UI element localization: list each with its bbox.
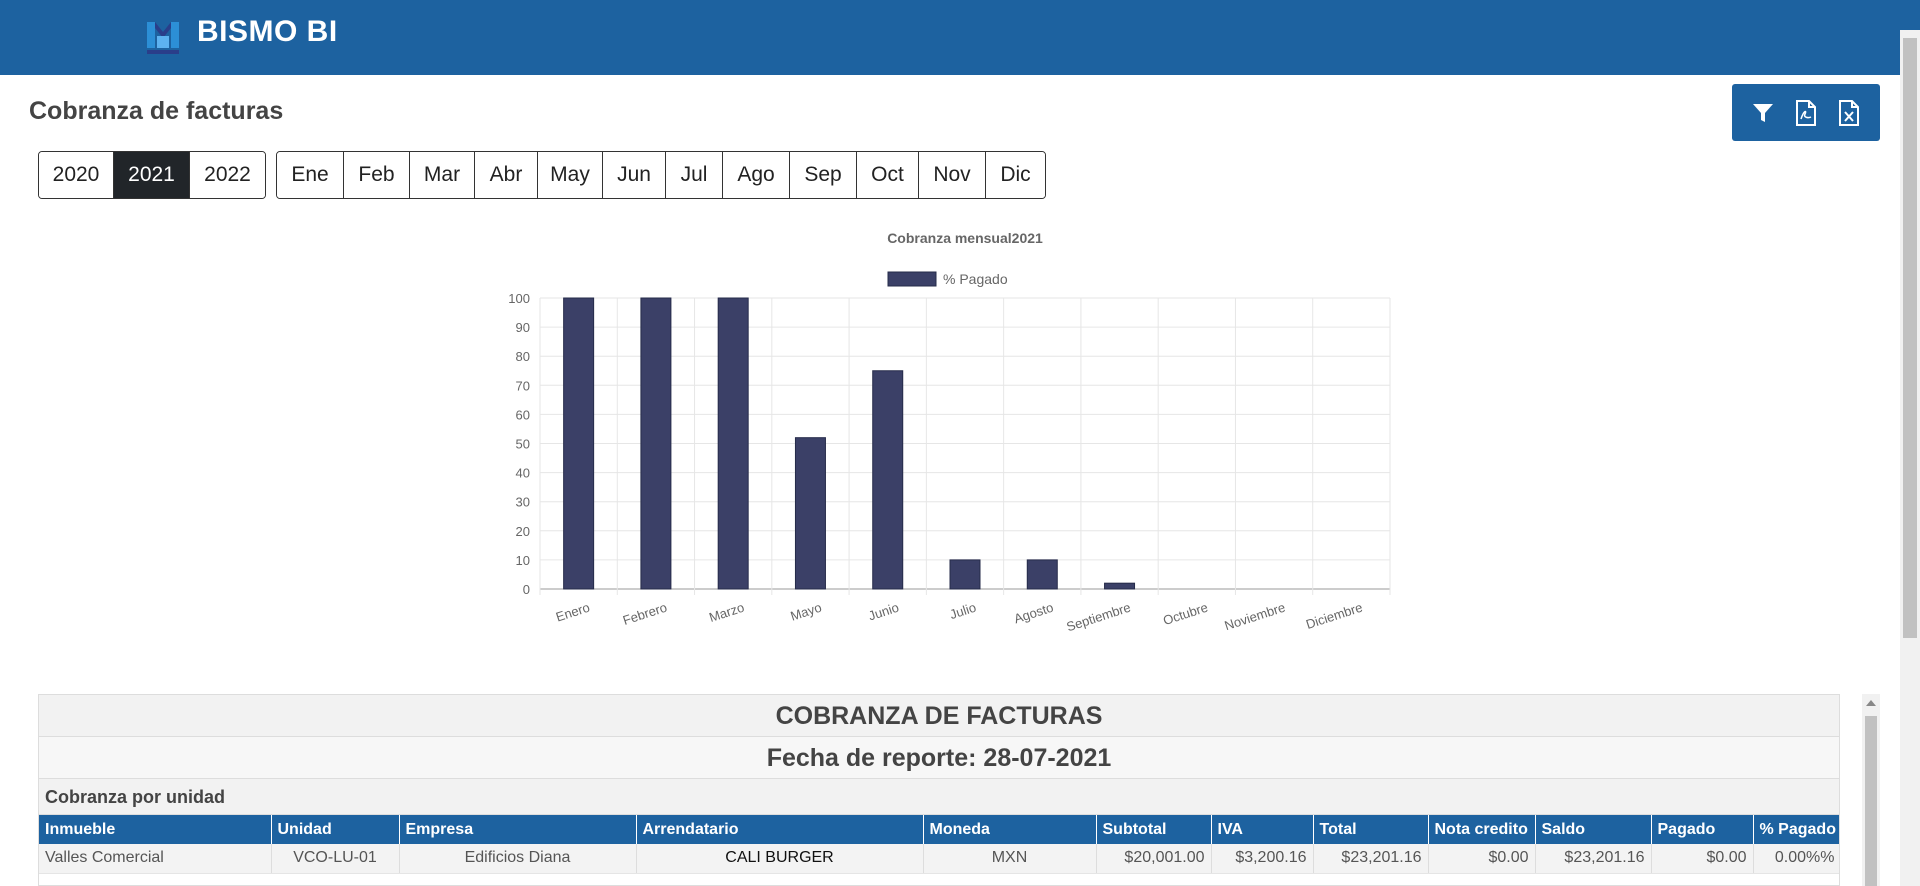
x-tick-label: Junio — [866, 600, 900, 624]
bar-agosto — [1026, 559, 1058, 590]
month-button-oct[interactable]: Oct — [857, 152, 919, 198]
filter-button[interactable] — [1746, 96, 1780, 130]
bar-enero — [563, 297, 595, 590]
export-pdf-button[interactable] — [1789, 96, 1823, 130]
y-tick-label: 0 — [523, 582, 530, 597]
bismo-logo-icon — [147, 22, 179, 54]
y-tick-label: 20 — [516, 524, 530, 539]
cell-saldo: $23,201.16 — [1535, 844, 1652, 874]
report-table-container: COBRANZA DE FACTURAS Fecha de reporte: 2… — [38, 694, 1840, 886]
action-toolbar — [1732, 84, 1880, 141]
month-button-mar[interactable]: Mar — [410, 152, 475, 198]
cell-nota-credito: $0.00 — [1428, 844, 1536, 874]
cell-pagado: $0.00 — [1651, 844, 1754, 874]
report-title: COBRANZA DE FACTURAS — [39, 695, 1839, 737]
page-scrollbar-thumb[interactable] — [1903, 38, 1917, 638]
col-header[interactable]: Subtotal — [1096, 815, 1212, 844]
page-scrollbar[interactable] — [1900, 30, 1920, 886]
col-header[interactable]: Pagado — [1651, 815, 1754, 844]
col-header[interactable]: % Pagado — [1753, 815, 1839, 844]
x-tick-label: Agosto — [1012, 600, 1055, 627]
col-header[interactable]: Saldo — [1535, 815, 1652, 844]
table-scrollbar-thumb[interactable] — [1865, 716, 1877, 886]
x-tick-label: Noviembre — [1223, 600, 1287, 634]
cobranza-bar-chart: Cobranza mensual2021 % Pagado 0 10 20 30 40 50 6… — [508, 230, 1391, 635]
y-tick-label: 30 — [516, 495, 530, 510]
file-pdf-icon — [1795, 99, 1816, 126]
col-header[interactable]: Nota credito — [1428, 815, 1536, 844]
report-date: Fecha de reporte: 28-07-2021 — [39, 737, 1839, 779]
file-excel-icon — [1838, 99, 1859, 126]
table-row[interactable]: Valles Comercial VCO-LU-01 Edificios Dia… — [39, 844, 1839, 874]
x-tick-label: Septiembre — [1065, 600, 1133, 635]
cell-pct-pagado: 0.00%% — [1753, 844, 1839, 874]
top-navbar: BISMO BI — [0, 0, 1920, 75]
month-button-ene[interactable]: Ene — [277, 152, 344, 198]
y-tick-label: 90 — [516, 320, 530, 335]
bar-marzo — [717, 297, 749, 590]
year-selector: 2020 2021 2022 — [38, 151, 266, 199]
col-header[interactable]: Arrendatario — [636, 815, 924, 844]
col-header[interactable]: IVA — [1211, 815, 1314, 844]
y-tick-label: 50 — [516, 437, 530, 452]
cell-inmueble: Valles Comercial — [39, 844, 272, 874]
brand-name[interactable]: BISMO BI — [197, 15, 338, 49]
year-button-2020[interactable]: 2020 — [39, 152, 114, 198]
cell-arrendatario: CALI BURGER — [636, 844, 924, 874]
cell-total: $23,201.16 — [1313, 844, 1429, 874]
page-title: Cobranza de facturas — [29, 97, 284, 125]
month-button-may[interactable]: May — [538, 152, 603, 198]
report-section-title: Cobranza por unidad — [39, 779, 1839, 815]
month-button-dic[interactable]: Dic — [986, 152, 1045, 198]
cell-empresa: Edificios Diana — [399, 844, 637, 874]
report-table: Inmueble Unidad Empresa Arrendatario Mon… — [39, 815, 1839, 874]
month-selector: Ene Feb Mar Abr May Jun Jul Ago Sep Oct … — [276, 151, 1046, 199]
y-tick-label: 70 — [516, 378, 530, 393]
x-tick-label: Diciembre — [1304, 600, 1364, 632]
legend-label: % Pagado — [943, 271, 1008, 287]
col-header[interactable]: Inmueble — [39, 815, 272, 844]
cell-moneda: MXN — [923, 844, 1097, 874]
y-tick-label: 10 — [516, 553, 530, 568]
y-tick-label: 60 — [516, 407, 530, 422]
scroll-up-arrow-icon[interactable] — [1866, 700, 1876, 706]
col-header[interactable]: Total — [1313, 815, 1429, 844]
x-tick-label: Julio — [948, 600, 978, 623]
table-header-row: Inmueble Unidad Empresa Arrendatario Mon… — [39, 815, 1839, 844]
month-button-feb[interactable]: Feb — [344, 152, 410, 198]
year-button-2022[interactable]: 2022 — [190, 152, 265, 198]
bar-mayo — [794, 437, 826, 590]
month-button-sep[interactable]: Sep — [790, 152, 857, 198]
cell-iva: $3,200.16 — [1211, 844, 1314, 874]
x-tick-label: Enero — [554, 600, 592, 625]
year-button-2021[interactable]: 2021 — [114, 152, 190, 198]
x-tick-label: Marzo — [707, 600, 746, 625]
x-tick-label: Mayo — [789, 600, 824, 624]
month-button-jun[interactable]: Jun — [603, 152, 666, 198]
month-button-nov[interactable]: Nov — [919, 152, 986, 198]
legend-swatch — [887, 271, 937, 287]
bar-julio — [949, 559, 981, 590]
filter-icon — [1753, 103, 1774, 122]
chart-title: Cobranza mensual2021 — [887, 230, 1043, 246]
x-tick-label: Febrero — [621, 600, 669, 628]
table-scrollbar[interactable] — [1862, 694, 1880, 886]
bar-septiembre — [1104, 582, 1136, 590]
bar-junio — [872, 370, 904, 590]
bar-febrero — [640, 297, 672, 590]
month-button-abr[interactable]: Abr — [475, 152, 538, 198]
month-button-ago[interactable]: Ago — [723, 152, 790, 198]
y-tick-label: 80 — [516, 349, 530, 364]
col-header[interactable]: Unidad — [271, 815, 400, 844]
x-tick-label: Octubre — [1161, 600, 1210, 629]
cell-subtotal: $20,001.00 — [1096, 844, 1212, 874]
col-header[interactable]: Moneda — [923, 815, 1097, 844]
y-tick-label: 100 — [508, 291, 530, 306]
cell-unidad: VCO-LU-01 — [271, 844, 400, 874]
col-header[interactable]: Empresa — [399, 815, 637, 844]
month-button-jul[interactable]: Jul — [666, 152, 723, 198]
export-excel-button[interactable] — [1832, 96, 1866, 130]
y-tick-label: 40 — [516, 466, 530, 481]
